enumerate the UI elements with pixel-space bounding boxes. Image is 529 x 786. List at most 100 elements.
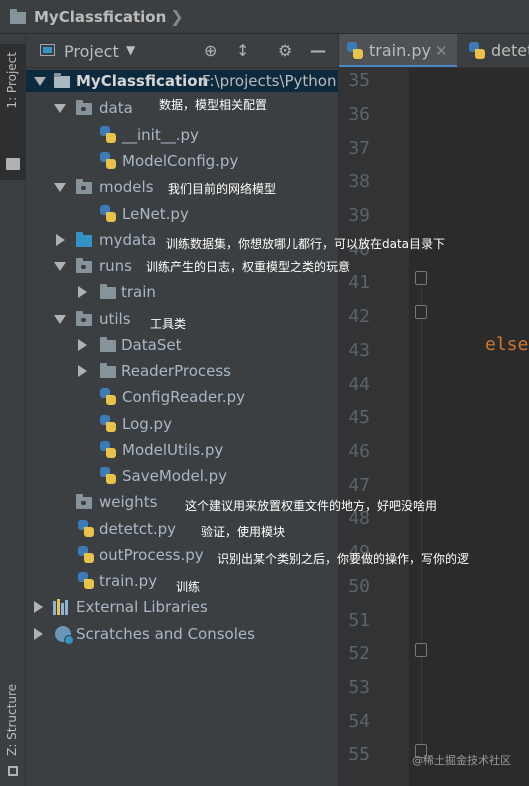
tree-item-label: LeNet.py	[122, 205, 189, 223]
fold-marker-icon[interactable]	[415, 271, 427, 285]
collapse-all-icon[interactable]: ↕	[236, 41, 249, 60]
tree-item-label: SaveModel.py	[122, 467, 228, 485]
tree-item-label: train.py	[99, 572, 158, 590]
line-number: 37	[348, 138, 370, 159]
python-file-icon	[100, 467, 117, 485]
root-folder-name: MyClassfication	[76, 72, 209, 90]
tree-row-modelutils-py[interactable]: ModelUtils.py	[26, 439, 338, 461]
line-number: 35	[348, 70, 370, 91]
editor-text-area[interactable]: else	[431, 68, 529, 786]
fold-marker-icon[interactable]	[415, 643, 427, 657]
expand-arrow-icon[interactable]	[54, 262, 66, 271]
tree-item-label: Log.py	[122, 415, 172, 433]
line-number: 43	[348, 340, 370, 361]
fold-marker-icon[interactable]	[415, 305, 427, 319]
tree-item-label: train	[121, 283, 156, 301]
tree-row-savemodel-py[interactable]: SaveModel.py	[26, 465, 338, 487]
python-file-icon	[100, 441, 117, 459]
folder-icon	[76, 258, 92, 273]
tree-row-scratches[interactable]: Scratches and Consoles	[26, 623, 338, 645]
expand-arrow-icon[interactable]	[78, 365, 87, 377]
python-file-icon	[100, 126, 117, 144]
tree-item-label: External Libraries	[76, 598, 208, 616]
python-file-icon	[78, 546, 95, 564]
structure-tool-button[interactable]: Z: Structure	[0, 674, 26, 784]
line-number: 42	[348, 306, 370, 327]
close-icon[interactable]: ✕	[435, 34, 448, 67]
locate-icon[interactable]: ⊕	[204, 41, 217, 60]
tree-row-log-py[interactable]: Log.py	[26, 413, 338, 435]
folder-icon	[10, 9, 28, 24]
line-number: 54	[348, 711, 370, 732]
folder-icon	[100, 363, 116, 378]
expand-arrow-icon[interactable]	[34, 628, 43, 640]
structure-icon	[8, 766, 18, 776]
tree-item-label: data	[99, 99, 133, 117]
folder-icon	[76, 311, 92, 326]
tree-item-label: mydata	[99, 231, 157, 249]
tree-row-detetct-py[interactable]: detetct.py	[26, 518, 338, 540]
line-number: 47	[348, 475, 370, 496]
annotation-outprocess: 识别出某个类别之后，你要做的操作，写你的逻	[217, 552, 470, 566]
python-file-icon	[100, 152, 117, 170]
chevron-down-icon[interactable]: ▼	[126, 43, 135, 57]
tab-label: detet	[491, 41, 529, 60]
gear-icon[interactable]: ⚙	[278, 41, 292, 60]
tree-row-root[interactable]: MyClassfication F:\projects\Python	[26, 70, 338, 92]
project-panel-header: Project ▼ ⊕ ↕ ⚙ —	[26, 34, 338, 68]
title-bar: MyClassfication ❯	[0, 0, 529, 34]
project-view-icon	[40, 44, 55, 56]
python-file-icon	[78, 520, 95, 538]
tree-row-lenet-py[interactable]: LeNet.py	[26, 203, 338, 225]
line-number: 51	[348, 610, 370, 631]
tree-row-train-folder[interactable]: train	[26, 281, 338, 303]
annotation-mydata: 训练数据集，你想放哪儿都行，可以放在data目录下	[166, 237, 446, 251]
project-panel: Project ▼ ⊕ ↕ ⚙ — MyClassfication F:\pro…	[26, 34, 338, 786]
line-number: 41	[348, 272, 370, 293]
expand-arrow-icon[interactable]	[34, 77, 46, 86]
annotation-detetct: 验证，使用模块	[201, 525, 286, 539]
tree-row-readerprocess[interactable]: ReaderProcess	[26, 360, 338, 382]
tree-row-dataset[interactable]: DataSet	[26, 334, 338, 356]
tree-item-label: detetct.py	[99, 520, 177, 538]
expand-arrow-icon[interactable]	[54, 315, 66, 324]
fold-gutter-line	[421, 278, 422, 750]
line-number: 38	[348, 171, 370, 192]
tree-item-label: weights	[99, 493, 158, 511]
left-tool-strip: 1: Project Z: Structure	[0, 34, 26, 786]
root-folder-path: F:\projects\Python	[202, 72, 337, 90]
expand-arrow-icon[interactable]	[54, 183, 66, 192]
window-title[interactable]: MyClassfication	[34, 8, 166, 26]
folder-icon	[100, 337, 116, 352]
tree-item-label: outProcess.py	[99, 546, 204, 564]
line-number: 45	[348, 407, 370, 428]
folder-icon	[54, 73, 70, 88]
expand-arrow-icon[interactable]	[56, 234, 65, 246]
expand-arrow-icon[interactable]	[78, 339, 87, 351]
annotation-data: 数据，模型相关配置	[159, 98, 268, 112]
line-number: 46	[348, 441, 370, 462]
tree-row-configreader-py[interactable]: ConfigReader.py	[26, 386, 338, 408]
expand-arrow-icon[interactable]	[78, 286, 87, 298]
library-icon	[53, 599, 71, 615]
tree-item-label: models	[99, 178, 154, 196]
hide-icon[interactable]: —	[310, 41, 326, 60]
folder-icon	[100, 284, 116, 299]
tree-item-label: ReaderProcess	[121, 362, 231, 380]
project-tool-button[interactable]: 1: Project	[0, 44, 26, 180]
tree-row-modelconfig-py[interactable]: ModelConfig.py	[26, 150, 338, 172]
python-file-icon	[100, 205, 117, 223]
line-number: 39	[348, 205, 370, 226]
line-number: 53	[348, 677, 370, 698]
expand-arrow-icon[interactable]	[54, 104, 66, 113]
tree-row-external-libraries[interactable]: External Libraries	[26, 596, 338, 618]
annotation-utils: 工具类	[150, 317, 187, 331]
project-view-label[interactable]: Project	[64, 42, 119, 61]
expand-arrow-icon[interactable]	[34, 601, 43, 613]
folder-icon	[76, 100, 92, 115]
tree-row-init-py[interactable]: __init__.py	[26, 124, 338, 146]
line-number: 52	[348, 643, 370, 664]
scratches-icon	[55, 626, 74, 645]
structure-tool-label: Z: Structure	[5, 684, 19, 756]
tab-detetct-py[interactable]: detet	[461, 34, 529, 67]
